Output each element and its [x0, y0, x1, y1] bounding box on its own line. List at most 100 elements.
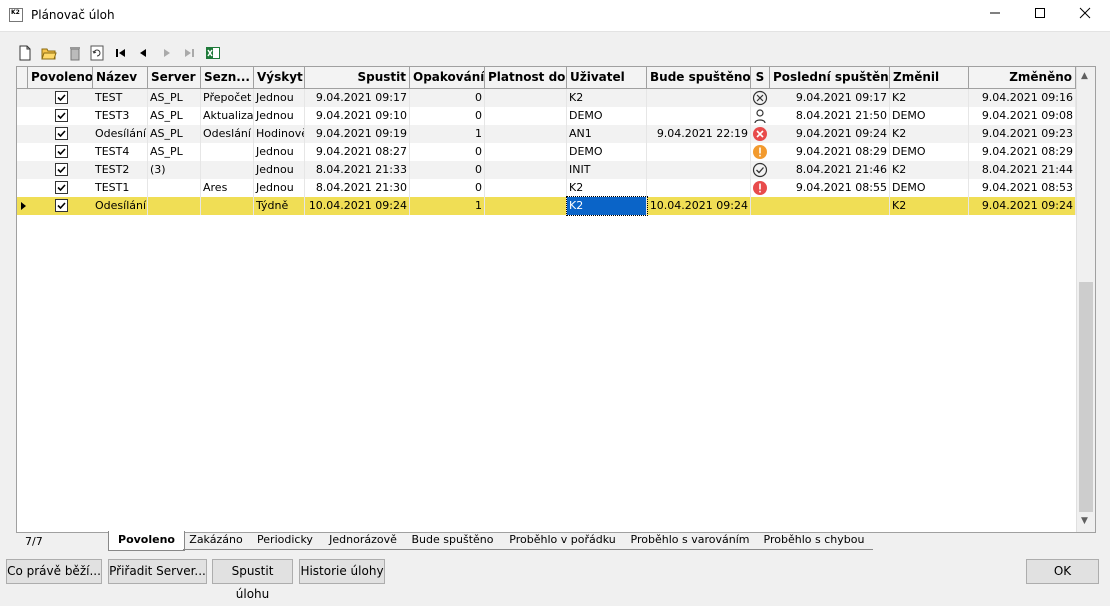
cell-last-run[interactable]: [770, 197, 890, 215]
cell-occurrence[interactable]: Jednou: [254, 179, 305, 197]
cell-list[interactable]: [201, 161, 254, 179]
col-header-seznam[interactable]: Sezn...: [201, 67, 254, 88]
cell-list[interactable]: Ares: [201, 179, 254, 197]
cell-name[interactable]: TEST: [93, 89, 148, 107]
cell-user[interactable]: DEMO: [567, 143, 647, 161]
cell-start[interactable]: 9.04.2021 09:19: [305, 125, 410, 143]
table-row[interactable]: Odesílání sTýdně10.04.2021 09:241K210.04…: [17, 196, 1077, 216]
cell-valid-until[interactable]: [485, 125, 567, 143]
tab-probehlo-v-poradku[interactable]: Proběhlo v pořádku: [500, 531, 625, 550]
cell-repeat[interactable]: 0: [410, 107, 485, 125]
assign-server-button[interactable]: Přiřadit Server...: [108, 559, 207, 584]
cell-changed[interactable]: 9.04.2021 09:24: [969, 197, 1076, 215]
cell-start[interactable]: 8.04.2021 21:33: [305, 161, 410, 179]
cell-valid-until[interactable]: [485, 107, 567, 125]
cell-user[interactable]: AN1: [567, 125, 647, 143]
col-header-uzivatel[interactable]: Uživatel: [567, 67, 647, 88]
col-header-opakovani[interactable]: Opakování: [410, 67, 485, 88]
cell-occurrence[interactable]: Jednou: [254, 107, 305, 125]
new-file-icon[interactable]: [16, 44, 34, 62]
tab-jednorazove[interactable]: Jednorázově: [321, 531, 405, 550]
cell-name[interactable]: TEST4: [93, 143, 148, 161]
cell-server[interactable]: AS_PL: [148, 125, 201, 143]
cell-repeat[interactable]: 0: [410, 89, 485, 107]
table-row[interactable]: TEST1 Ares Jednou 8.04.2021 21:30 0 K2 9.04.20…: [17, 179, 1077, 197]
scrollbar-thumb[interactable]: [1079, 282, 1093, 512]
cell-will-run[interactable]: 9.04.2021 22:19: [647, 125, 751, 143]
col-header-posledni-spusteni[interactable]: Poslední spuštění: [770, 67, 890, 88]
cell-changed[interactable]: 9.04.2021 09:16: [969, 89, 1076, 107]
col-header-vyskyt[interactable]: Výskyt: [254, 67, 305, 88]
cell-will-run[interactable]: [647, 143, 751, 161]
excel-export-icon[interactable]: [204, 44, 222, 62]
cell-repeat[interactable]: 0: [410, 143, 485, 161]
cell-occurrence[interactable]: Hodinově: [254, 125, 305, 143]
col-header-zmeneno[interactable]: Změněno: [969, 67, 1076, 88]
cell-last-run[interactable]: 9.04.2021 09:24: [770, 125, 890, 143]
col-header-zmenil[interactable]: Změnil: [890, 67, 969, 88]
enabled-checkbox[interactable]: [55, 109, 68, 122]
cell-changed-by[interactable]: DEMO: [890, 143, 969, 161]
enabled-checkbox[interactable]: [55, 145, 68, 158]
enabled-checkbox[interactable]: [55, 91, 68, 104]
cell-last-run[interactable]: 8.04.2021 21:50: [770, 107, 890, 125]
scroll-down-arrow-icon[interactable]: ▼: [1081, 516, 1088, 526]
scroll-up-arrow-icon[interactable]: ▲: [1081, 71, 1088, 81]
cell-changed[interactable]: 8.04.2021 21:44: [969, 161, 1076, 179]
cell-changed[interactable]: 9.04.2021 08:53: [969, 179, 1076, 197]
tab-zakazano[interactable]: Zakázáno: [183, 531, 249, 550]
cell-repeat[interactable]: 1: [410, 125, 485, 143]
cell-server[interactable]: [148, 179, 201, 197]
table-row[interactable]: Odesílání sAS_PLOdeslání eHodinově9.04.2…: [17, 125, 1077, 143]
cell-name[interactable]: TEST3: [93, 107, 148, 125]
table-row[interactable]: TEST4 AS_PL Jednou 9.04.2021 08:27 0 DEMO 9.04…: [17, 143, 1077, 161]
cell-occurrence[interactable]: Jednou: [254, 89, 305, 107]
cell-user[interactable]: INIT: [567, 161, 647, 179]
cell-occurrence[interactable]: Týdně: [254, 197, 305, 215]
cell-valid-until[interactable]: [485, 143, 567, 161]
task-history-button[interactable]: Historie úlohy: [299, 559, 385, 584]
cell-list[interactable]: Aktualizace: [201, 107, 254, 125]
cell-user[interactable]: K2: [567, 89, 647, 107]
run-task-button[interactable]: Spustit úlohu: [212, 559, 293, 601]
delete-icon[interactable]: [66, 44, 84, 62]
enabled-checkbox[interactable]: [55, 127, 68, 140]
enabled-checkbox[interactable]: [55, 199, 68, 212]
col-header-bude-spusteno[interactable]: Bude spuštěno: [647, 67, 751, 88]
cell-valid-until[interactable]: [485, 89, 567, 107]
cell-changed-by[interactable]: K2: [890, 161, 969, 179]
cell-list[interactable]: Odeslání e: [201, 125, 254, 143]
cell-changed-by[interactable]: K2: [890, 197, 969, 215]
tab-povoleno[interactable]: Povoleno: [108, 531, 185, 551]
cell-occurrence[interactable]: Jednou: [254, 143, 305, 161]
cell-start[interactable]: 8.04.2021 21:30: [305, 179, 410, 197]
enabled-checkbox[interactable]: [55, 163, 68, 176]
minimize-button[interactable]: [972, 0, 1018, 31]
cell-valid-until[interactable]: [485, 197, 567, 215]
cell-will-run[interactable]: [647, 161, 751, 179]
cell-name[interactable]: TEST2: [93, 161, 148, 179]
col-header-spustit[interactable]: Spustit: [305, 67, 410, 88]
cell-will-run[interactable]: [647, 89, 751, 107]
tab-bude-spusteno[interactable]: Bude spuštěno: [405, 531, 500, 550]
next-record-icon[interactable]: [158, 44, 176, 62]
first-record-icon[interactable]: [112, 44, 130, 62]
cell-user[interactable]: K2: [566, 196, 648, 216]
col-header-status[interactable]: S: [751, 67, 770, 88]
tab-probehlo-s-chybou[interactable]: Proběhlo s chybou: [755, 531, 873, 550]
cell-last-run[interactable]: 9.04.2021 08:29: [770, 143, 890, 161]
cell-start[interactable]: 9.04.2021 09:17: [305, 89, 410, 107]
cell-server[interactable]: AS_PL: [148, 143, 201, 161]
maximize-button[interactable]: [1017, 0, 1063, 31]
enabled-checkbox[interactable]: [55, 181, 68, 194]
cell-changed-by[interactable]: K2: [890, 89, 969, 107]
refresh-icon[interactable]: [88, 44, 106, 62]
cell-server[interactable]: [148, 197, 201, 215]
cell-changed[interactable]: 9.04.2021 09:23: [969, 125, 1076, 143]
cell-valid-until[interactable]: [485, 179, 567, 197]
tab-probehlo-s-varovanim[interactable]: Proběhlo s varováním: [625, 531, 755, 550]
cell-will-run[interactable]: 10.04.2021 09:24: [647, 197, 751, 215]
cell-start[interactable]: 9.04.2021 09:10: [305, 107, 410, 125]
cell-last-run[interactable]: 9.04.2021 08:55: [770, 179, 890, 197]
cell-changed[interactable]: 9.04.2021 09:08: [969, 107, 1076, 125]
